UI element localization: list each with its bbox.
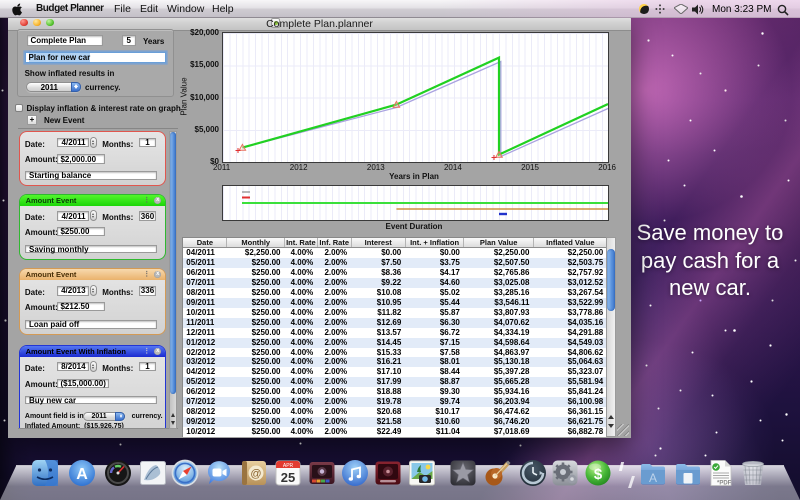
svg-text:25: 25 (280, 470, 294, 485)
svg-text:$: $ (593, 466, 602, 483)
svg-text:*PDF: *PDF (717, 481, 732, 487)
svg-text:APR: APR (282, 463, 293, 469)
svg-text:A: A (76, 466, 88, 483)
svg-text:A: A (648, 471, 656, 485)
svg-text:@: @ (250, 468, 261, 480)
